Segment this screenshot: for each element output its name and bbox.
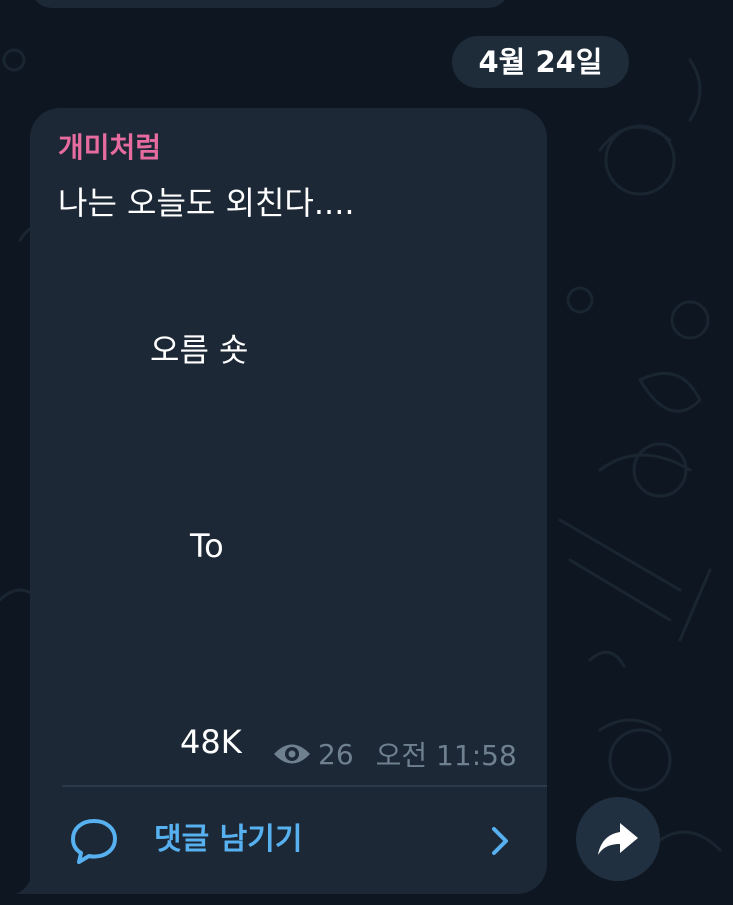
- message-text-line: 오름 숏: [150, 331, 249, 369]
- sender-name[interactable]: 개미처럼: [58, 128, 161, 168]
- message-bubble[interactable]: [30, 108, 547, 894]
- previous-message-bubble: [30, 0, 510, 8]
- eye-icon: [274, 744, 310, 764]
- message-time: 오전 11:58: [375, 739, 517, 772]
- date-separator: 4월 24일: [452, 36, 629, 88]
- message-text-line: To: [190, 527, 224, 565]
- share-button[interactable]: [576, 797, 660, 881]
- message-meta: 26 오전 11:58: [272, 736, 517, 772]
- leave-comment-button[interactable]: 댓글 남기기: [30, 787, 547, 894]
- view-count: 26: [318, 737, 354, 771]
- speech-bubble-icon: [71, 819, 117, 864]
- share-arrow-icon: [598, 823, 638, 855]
- message-text-line: 48K: [180, 723, 242, 761]
- leave-comment-label: 댓글 남기기: [154, 822, 303, 857]
- message-text-line: 나는 오늘도 외친다....: [58, 184, 355, 222]
- chevron-right-icon: [492, 827, 508, 855]
